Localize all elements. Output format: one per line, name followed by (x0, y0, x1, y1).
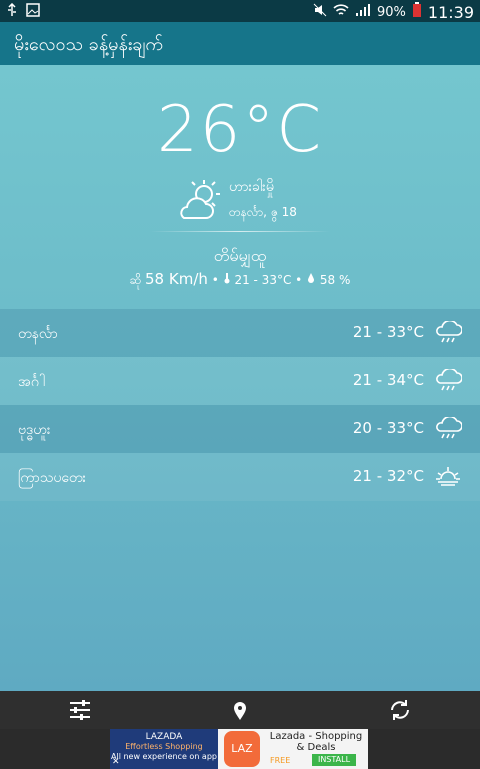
ad-brand: LAZADA (145, 732, 183, 742)
bottom-toolbar (0, 691, 480, 729)
forecast-range: 21 - 32°C (352, 467, 424, 485)
forecast-range: 20 - 33°C (352, 419, 424, 437)
status-bar: 90% 11:39 (0, 0, 480, 22)
forecast-day: ဗုဒ္ဓဟူး (18, 422, 51, 438)
image-icon (26, 3, 40, 23)
ad-app-logo: LAZ (224, 731, 260, 767)
battery-icon (412, 2, 422, 22)
humidity: 58 % (319, 273, 351, 287)
condition-text: ဟားခါးမှို (229, 179, 274, 195)
temp-range: 21 - 33°C (234, 273, 292, 287)
ad-close-icon[interactable]: ✕ (112, 757, 120, 767)
ad-price: FREE (270, 756, 291, 765)
usb-icon (6, 2, 18, 23)
date-text: တနင်္လာ, ဇွ 18 (229, 205, 297, 219)
wind-speed: 58 Km/h (145, 270, 208, 288)
forecast-day: ကြာသပတေး (18, 470, 87, 486)
settings-sliders-icon[interactable] (68, 699, 92, 721)
forecast-range: 21 - 34°C (352, 371, 424, 389)
battery-text: 90% (376, 4, 406, 20)
forecast-day: အင်္ဂါ (18, 374, 45, 390)
sunrise-icon (436, 467, 460, 486)
rain-cloud-icon (436, 369, 462, 391)
ad-install-button[interactable]: INSTALL (312, 754, 356, 766)
forecast-list: တနင်္လာ 21 - 33°C အင်္ဂါ 21 - 34°C ဗုဒ္ဓ… (0, 309, 480, 501)
forecast-row[interactable]: တနင်္လာ 21 - 33°C (0, 309, 480, 357)
weather-main: 26°C ဟားခါးမှို တနင်္လာ, ဇွ 18 တိမ်မျှထူ… (0, 65, 480, 691)
forecast-row[interactable]: အင်္ဂါ 21 - 34°C (0, 357, 480, 405)
ad-subtitle: Effortless Shopping (125, 742, 203, 751)
forecast-row[interactable]: ဗုဒ္ဓဟူး 20 - 33°C (0, 405, 480, 453)
humidity-icon (306, 273, 320, 287)
ad-image[interactable]: LAZADA Effortless Shopping All new exper… (110, 729, 218, 769)
separator: • (295, 273, 303, 287)
app-bar: မိုးလေဝသ ခန့်မှန်းချက် (0, 22, 480, 65)
current-temperature: 26°C (156, 93, 324, 167)
ad-app-title: Lazada - Shopping & Deals (269, 731, 363, 753)
rain-cloud-icon (436, 417, 462, 439)
wind-label: ဆို (129, 273, 142, 287)
clock: 11:39 (427, 2, 474, 22)
mute-icon (313, 3, 327, 21)
forecast-range: 21 - 33°C (352, 323, 424, 341)
rain-cloud-icon (436, 321, 462, 343)
ad-tagline: All new experience on app (111, 752, 217, 761)
location-pin-icon[interactable] (228, 699, 252, 721)
day-summary: တိမ်မျှထူ (213, 246, 267, 265)
forecast-day: တနင်္လာ (18, 326, 58, 342)
signal-icon (355, 3, 371, 21)
wifi-icon (333, 3, 349, 21)
app-title: မိုးလေဝသ ခန့်မှန်းချက် (14, 34, 163, 55)
ad-banner[interactable]: LAZADA Effortless Shopping All new exper… (110, 729, 368, 769)
separator: • (211, 273, 219, 287)
partly-cloudy-icon (180, 180, 220, 219)
weather-details: ဆို 58 Km/h • 21 - 33°C • 58 % (0, 270, 480, 290)
thermometer-icon (223, 273, 235, 287)
forecast-row[interactable]: ကြာသပတေး 21 - 32°C (0, 453, 480, 501)
refresh-icon[interactable] (388, 699, 412, 721)
divider (150, 231, 330, 232)
